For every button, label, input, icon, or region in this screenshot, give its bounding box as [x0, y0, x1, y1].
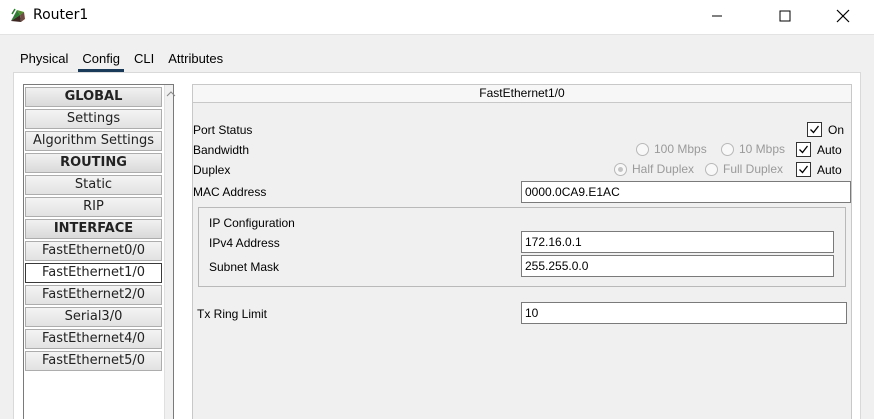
- duplex-full-label: Full Duplex: [723, 162, 784, 176]
- radio-button[interactable]: [705, 162, 718, 176]
- duplex-auto-checkbox[interactable]: [796, 162, 811, 177]
- bandwidth-100-label: 100 Mbps: [654, 142, 707, 156]
- nav-scrollbar[interactable]: [164, 85, 176, 419]
- tx-ring-limit-label: Tx Ring Limit: [197, 307, 268, 321]
- tab-physical[interactable]: Physical: [13, 45, 75, 71]
- minimize-button[interactable]: [694, 0, 740, 32]
- duplex-auto-label: Auto: [817, 162, 842, 177]
- close-button[interactable]: [820, 0, 866, 32]
- subnet-mask-label: Subnet Mask: [209, 260, 280, 274]
- tab-config[interactable]: Config: [75, 45, 127, 72]
- bandwidth-label: Bandwidth: [193, 143, 250, 157]
- ipv4-address-field[interactable]: 172.16.0.1: [521, 231, 834, 253]
- radio-button[interactable]: [721, 142, 734, 156]
- tab-attributes[interactable]: Attributes: [161, 45, 230, 71]
- panel-title: FastEthernet1/0: [193, 85, 851, 103]
- duplex-half-label: Half Duplex: [632, 162, 695, 176]
- nav-item-algorithm-settings[interactable]: Algorithm Settings: [25, 131, 162, 151]
- bandwidth-10-option[interactable]: 10 Mbps: [721, 142, 785, 156]
- check-icon: [810, 125, 820, 134]
- bandwidth-100-option[interactable]: 100 Mbps: [636, 142, 707, 156]
- window-title: Router1: [33, 7, 89, 23]
- ipv4-address-label: IPv4 Address: [209, 236, 280, 250]
- nav-item-static[interactable]: Static: [25, 175, 162, 195]
- close-icon: [836, 9, 850, 23]
- port-status-label: Port Status: [193, 123, 253, 137]
- nav-item-rip[interactable]: RIP: [25, 197, 162, 217]
- config-nav-list: GLOBAL Settings Algorithm Settings ROUTI…: [23, 84, 176, 419]
- nav-item-fastethernet5-0[interactable]: FastEthernet5/0: [25, 351, 162, 371]
- port-status-on-label: On: [828, 122, 845, 137]
- duplex-half-option[interactable]: Half Duplex: [614, 162, 694, 176]
- nav-item-serial3-0[interactable]: Serial3/0: [25, 307, 162, 327]
- interface-panel: FastEthernet1/0 Port Status On Bandwidth…: [192, 84, 852, 419]
- minimize-icon: [712, 15, 722, 17]
- radio-button[interactable]: [614, 162, 627, 176]
- ip-configuration-group: IP Configuration IPv4 Address 172.16.0.1…: [198, 207, 846, 287]
- nav-item-fastethernet1-0[interactable]: FastEthernet1/0: [25, 263, 162, 283]
- duplex-full-option[interactable]: Full Duplex: [705, 162, 783, 176]
- tab-bar: Physical Config CLI Attributes: [13, 45, 231, 72]
- nav-header-global: GLOBAL: [25, 87, 162, 107]
- mac-address-field[interactable]: 0000.0CA9.E1AC: [521, 181, 851, 203]
- ip-configuration-title: IP Configuration: [209, 216, 295, 230]
- duplex-label: Duplex: [193, 163, 231, 177]
- radio-button[interactable]: [636, 142, 649, 156]
- tab-cli[interactable]: CLI: [127, 45, 161, 71]
- check-icon: [799, 165, 809, 174]
- tx-ring-limit-field[interactable]: 10: [521, 302, 847, 324]
- scroll-up-icon[interactable]: [166, 89, 176, 99]
- nav-item-settings[interactable]: Settings: [25, 109, 162, 129]
- port-status-checkbox[interactable]: [807, 122, 822, 137]
- port-status-toggle[interactable]: On: [807, 122, 844, 137]
- subnet-mask-field[interactable]: 255.255.0.0: [521, 255, 834, 277]
- duplex-auto-toggle[interactable]: Auto: [796, 162, 842, 177]
- maximize-icon: [779, 10, 791, 22]
- check-icon: [799, 145, 809, 154]
- nav-header-interface: INTERFACE: [25, 219, 162, 239]
- bandwidth-auto-toggle[interactable]: Auto: [796, 142, 842, 157]
- bandwidth-auto-checkbox[interactable]: [796, 142, 811, 157]
- bandwidth-10-label: 10 Mbps: [739, 142, 786, 156]
- mac-address-label: MAC Address: [193, 185, 267, 199]
- nav-item-fastethernet4-0[interactable]: FastEthernet4/0: [25, 329, 162, 349]
- window-body: Physical Config CLI Attributes GLOBAL Se…: [0, 34, 874, 419]
- maximize-button[interactable]: [762, 0, 808, 32]
- nav-header-routing: ROUTING: [25, 153, 162, 173]
- nav-item-fastethernet0-0[interactable]: FastEthernet0/0: [25, 241, 162, 261]
- title-bar: Router1: [0, 0, 874, 32]
- bandwidth-auto-label: Auto: [817, 142, 842, 157]
- router-icon: [8, 6, 28, 26]
- nav-item-fastethernet2-0[interactable]: FastEthernet2/0: [25, 285, 162, 305]
- config-content: GLOBAL Settings Algorithm Settings ROUTI…: [13, 73, 861, 419]
